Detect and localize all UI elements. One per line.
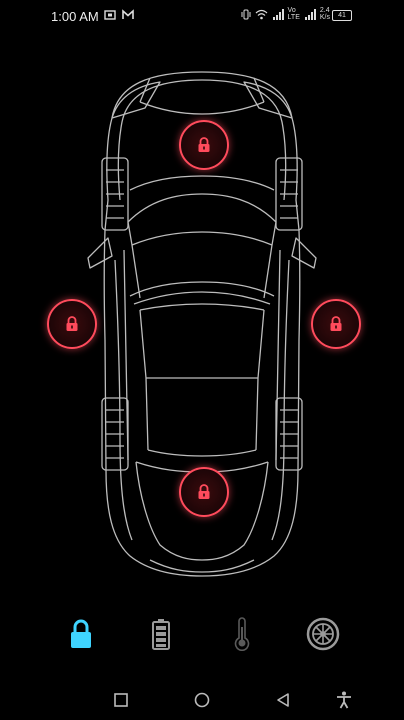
nav-temperature-tab[interactable] (222, 610, 262, 658)
left-door-lock-button[interactable] (47, 299, 97, 349)
back-button[interactable] (271, 688, 295, 712)
bottom-nav (0, 610, 404, 660)
lock-icon (198, 137, 210, 152)
lock-icon (71, 619, 91, 648)
home-button[interactable] (190, 688, 214, 712)
system-nav-bar (0, 680, 404, 720)
nav-lock-tab[interactable] (61, 610, 101, 658)
lock-icon (198, 484, 210, 499)
accessibility-icon (337, 691, 351, 709)
battery-icon (152, 619, 170, 650)
recents-button[interactable] (109, 688, 133, 712)
recents-square-icon (114, 693, 128, 707)
wheel-icon (306, 617, 340, 651)
home-circle-icon (194, 692, 210, 708)
lock-icon (66, 316, 78, 331)
front-door-lock-button[interactable] (179, 120, 229, 170)
lock-icon (330, 316, 342, 331)
rear-door-lock-button[interactable] (179, 467, 229, 517)
accessibility-button[interactable] (332, 688, 356, 712)
car-view (0, 0, 404, 600)
right-door-lock-button[interactable] (311, 299, 361, 349)
nav-battery-tab[interactable] (141, 610, 181, 658)
nav-tire-tab[interactable] (303, 610, 343, 658)
back-triangle-icon (277, 693, 289, 707)
thermometer-icon (234, 617, 250, 651)
